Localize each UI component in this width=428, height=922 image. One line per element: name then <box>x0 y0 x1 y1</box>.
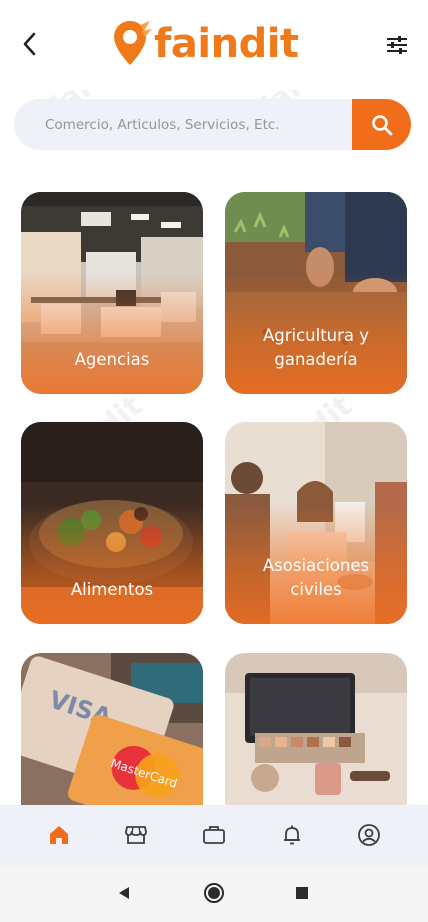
home-icon <box>50 826 68 844</box>
credit-cards-image: VISA MasterCard <box>21 653 203 805</box>
category-card-cosmetics[interactable] <box>225 653 407 805</box>
category-card-asosiaciones[interactable]: Asosiaciones civiles <box>225 422 407 624</box>
label-line: Asosiaciones <box>262 556 370 575</box>
back-button[interactable] <box>14 28 44 60</box>
makeup-palette-image <box>225 653 407 805</box>
home-circle-icon <box>204 883 224 903</box>
search-button[interactable] <box>352 99 411 150</box>
chevron-left-icon <box>23 32 36 56</box>
label-line: civiles <box>290 580 342 599</box>
recents-square-icon <box>296 887 308 899</box>
faindit-logo: faindit <box>112 18 299 70</box>
category-label: Agencias <box>29 348 195 372</box>
sliders-icon <box>387 36 407 54</box>
system-back-button[interactable] <box>112 881 136 905</box>
app-header: faindit <box>0 0 428 90</box>
logo-wordmark: faindit <box>154 21 299 67</box>
category-card-agencias[interactable]: Agencias <box>21 192 203 394</box>
search-input[interactable] <box>14 99 354 150</box>
label-line: Agricultura y <box>262 326 370 345</box>
category-card-finance[interactable]: VISA MasterCard <box>21 653 203 805</box>
back-triangle-icon <box>119 887 129 899</box>
system-recents-button[interactable] <box>290 881 314 905</box>
nav-notifications[interactable] <box>277 820 307 850</box>
bottom-navigation <box>0 805 428 865</box>
filter-button[interactable] <box>382 30 412 60</box>
card-gradient <box>21 502 203 624</box>
nav-stores[interactable] <box>121 820 151 850</box>
location-pin-logo-icon <box>114 21 152 65</box>
search-icon <box>371 114 392 135</box>
briefcase-icon <box>203 826 225 844</box>
nav-jobs[interactable] <box>199 820 229 850</box>
nav-profile[interactable] <box>354 820 384 850</box>
system-navigation-bar <box>0 865 428 922</box>
store-icon <box>125 826 147 844</box>
category-label: Alimentos <box>29 578 195 602</box>
label-line: ganadería <box>274 350 358 369</box>
category-label: Asosiaciones civiles <box>233 554 399 602</box>
search-bar <box>14 99 411 150</box>
bell-icon <box>284 825 300 845</box>
category-card-alimentos[interactable]: Alimentos <box>21 422 203 624</box>
user-circle-icon <box>358 824 380 846</box>
label-line: Agencias <box>74 350 150 369</box>
category-card-agricultura[interactable]: Agricultura y ganadería <box>225 192 407 394</box>
label-line: Alimentos <box>70 580 154 599</box>
nav-home[interactable] <box>44 820 74 850</box>
category-label: Agricultura y ganadería <box>233 324 399 372</box>
system-home-button[interactable] <box>202 881 226 905</box>
card-gradient <box>21 272 203 394</box>
